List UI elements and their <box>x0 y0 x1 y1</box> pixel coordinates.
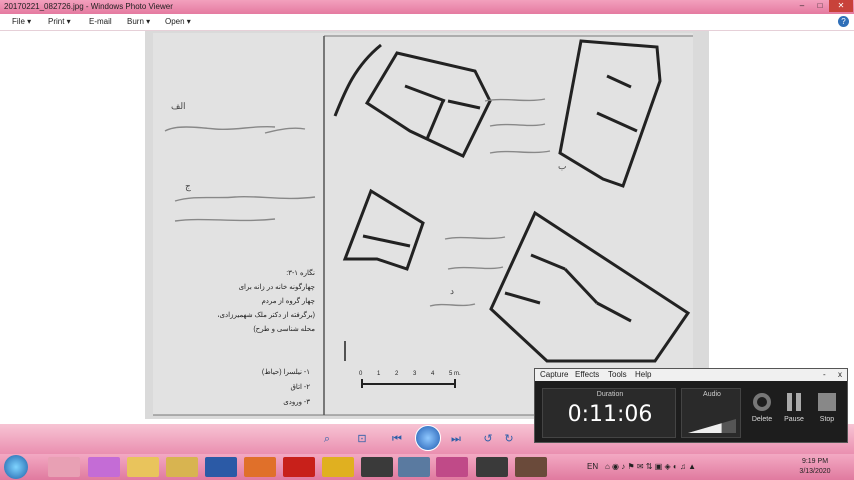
audio-level-meter <box>688 419 736 433</box>
burn-menu[interactable]: Burn ▾ <box>127 17 150 26</box>
scale-tick: 4 <box>431 371 435 377</box>
legend-list: ۱- نیلسرا (حیاط) ۲- اتاق ۳- ورودی <box>215 365 310 410</box>
system-clock[interactable]: 9:19 PM 3/13/2020 <box>785 457 845 477</box>
duration-label: Duration <box>596 391 624 398</box>
delete-label: Delete <box>751 416 773 423</box>
actual-size-icon[interactable]: ⊡ <box>353 430 371 448</box>
open-menu-label: Open <box>165 17 185 26</box>
duration-readout: 0:11:06 <box>567 402 653 427</box>
note-label: د <box>450 286 455 296</box>
photo-viewer-icon[interactable] <box>398 457 430 477</box>
taskbar-app-icon[interactable] <box>436 457 468 477</box>
figure-caption: نگاره ۱-۳: چهارگونه خانه در زانه برای چه… <box>205 267 315 337</box>
taskbar-app-icon[interactable] <box>88 457 120 477</box>
help-icon[interactable]: ? <box>838 16 849 27</box>
start-button[interactable] <box>4 455 28 479</box>
audio-label: Audio <box>703 391 721 398</box>
pause-button[interactable]: Pause <box>779 391 809 423</box>
scale-tick: 5 m. <box>449 371 461 377</box>
delete-button[interactable]: Delete <box>747 391 777 423</box>
scale-tick: 2 <box>395 371 399 377</box>
recorder-menu-effects[interactable]: Effects <box>575 370 599 379</box>
rotate-right-icon[interactable]: ↻ <box>500 430 518 448</box>
caption-line: چهار گروه از مردم <box>261 298 315 305</box>
recorder-menu-bar: Capture Effects Tools Help - x <box>535 369 847 381</box>
caption-line: (برگرفته از دکتر ملک شهمیرزادی، <box>217 312 315 319</box>
tray-icons[interactable]: ⌂ ◉ ♪ ⚑ ✉ ⇅ ▣ ◈ ◐ ♫ ▲ <box>605 462 696 471</box>
word-icon[interactable] <box>205 457 237 477</box>
pause-icon <box>787 393 801 411</box>
note-label: الف <box>171 101 186 111</box>
next-icon[interactable]: ⏭ <box>447 430 465 448</box>
photo-image: نگاره ۱-۳: چهارگونه خانه در زانه برای چه… <box>145 31 709 419</box>
file-menu-label: File <box>12 17 25 26</box>
stop-icon <box>818 393 836 411</box>
title-bar: 20170221_082726.jpg - Windows Photo View… <box>0 0 854 14</box>
zoom-icon[interactable]: ⌕ <box>318 430 336 448</box>
recorder-close-button[interactable]: x <box>838 370 842 379</box>
taskbar-app-icon[interactable] <box>361 457 393 477</box>
caption-line: نگاره ۱-۳: <box>286 270 315 277</box>
email-button[interactable]: E-mail <box>89 17 112 26</box>
legend-item: ۲- اتاق <box>290 384 311 391</box>
rotate-left-icon[interactable]: ↺ <box>479 430 497 448</box>
close-button[interactable]: ✕ <box>829 0 853 12</box>
burn-menu-label: Burn <box>127 17 144 26</box>
audio-panel: Audio <box>681 388 741 438</box>
folder-icon[interactable] <box>127 457 159 477</box>
maximize-button[interactable]: □ <box>811 0 829 12</box>
floor-plans-drawing <box>145 31 709 419</box>
pause-label: Pause <box>784 416 804 423</box>
print-menu[interactable]: Print ▾ <box>48 17 71 26</box>
scale-tick: 0 <box>359 371 363 377</box>
stop-button[interactable]: Stop <box>812 391 842 423</box>
taskbar-app-icon[interactable] <box>48 457 80 477</box>
slideshow-button[interactable] <box>415 425 441 451</box>
stop-label: Stop <box>819 416 835 423</box>
media-player-icon[interactable] <box>322 457 354 477</box>
taskbar-app-icon[interactable] <box>476 457 508 477</box>
menu-bar: File ▾ Print ▾ E-mail Burn ▾ Open ▾ ? <box>0 14 854 31</box>
scale-tick: 3 <box>413 371 417 377</box>
taskbar-app-icon[interactable] <box>515 457 547 477</box>
legend-item: ۱- نیلسرا (حیاط) <box>261 369 310 376</box>
note-label: ج <box>185 181 191 191</box>
file-menu[interactable]: File ▾ <box>12 17 31 26</box>
pdf-icon[interactable] <box>283 457 315 477</box>
recorder-menu-tools[interactable]: Tools <box>608 370 627 379</box>
taskbar: EN ⌂ ◉ ♪ ⚑ ✉ ⇅ ▣ ◈ ◐ ♫ ▲ 9:19 PM 3/13/20… <box>0 454 854 480</box>
print-menu-label: Print <box>48 17 65 26</box>
screen-recorder-panel: Capture Effects Tools Help - x Duration … <box>534 368 848 443</box>
recorder-minimize-button[interactable]: - <box>823 370 826 379</box>
minimize-button[interactable]: – <box>793 0 811 12</box>
caption-line: چهارگونه خانه در زانه برای <box>238 284 315 291</box>
note-label: ب <box>558 161 567 171</box>
clock-date: 3/13/2020 <box>799 468 831 475</box>
folder-icon[interactable] <box>166 457 198 477</box>
duration-panel: Duration 0:11:06 <box>542 388 676 438</box>
firefox-icon[interactable] <box>244 457 276 477</box>
window-title: 20170221_082726.jpg - Windows Photo View… <box>4 2 173 11</box>
refresh-icon <box>753 393 771 411</box>
clock-time: 9:19 PM <box>801 458 829 465</box>
recorder-menu-help[interactable]: Help <box>635 370 651 379</box>
previous-icon[interactable]: ⏮ <box>388 430 406 448</box>
open-menu[interactable]: Open ▾ <box>165 17 191 26</box>
recorder-menu-capture[interactable]: Capture <box>540 370 568 379</box>
language-indicator[interactable]: EN <box>587 462 598 471</box>
caption-line: محله شناسی و طرح) <box>253 326 315 333</box>
legend-item: ۳- ورودی <box>283 399 310 406</box>
scale-tick: 1 <box>377 371 381 377</box>
